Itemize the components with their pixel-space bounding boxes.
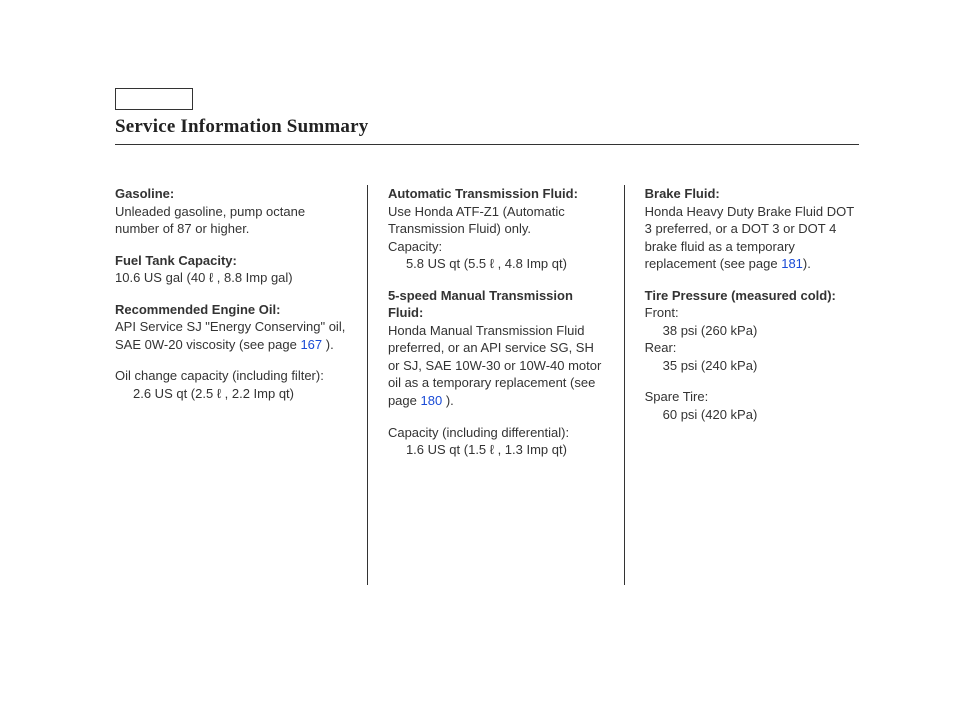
rear-a: Rear: bbox=[645, 339, 859, 357]
atf-label: Automatic Transmission Fluid: bbox=[388, 186, 578, 201]
page-link-167[interactable]: 167 bbox=[300, 337, 322, 352]
entry-brake-fluid: Brake Fluid: Honda Heavy Duty Brake Flui… bbox=[645, 185, 859, 273]
column-1: Gasoline: Unleaded gasoline, pump octane… bbox=[115, 185, 368, 585]
tire-label: Tire Pressure (measured cold): bbox=[645, 288, 836, 303]
fuel-tank-body: 10.6 US gal (40 ℓ , 8.8 Imp gal) bbox=[115, 270, 293, 285]
entry-fuel-tank: Fuel Tank Capacity: 10.6 US gal (40 ℓ , … bbox=[115, 252, 347, 287]
fuel-tank-label: Fuel Tank Capacity: bbox=[115, 253, 237, 268]
oil-change-a: Oil change capacity (including filter): bbox=[115, 367, 347, 385]
brake-body-a: Honda Heavy Duty Brake Fluid DOT 3 prefe… bbox=[645, 204, 854, 272]
mt-label: 5-speed Manual Transmission Fluid: bbox=[388, 288, 573, 321]
atf-body-c: 5.8 US qt (5.5 ℓ , 4.8 Imp qt) bbox=[388, 255, 604, 273]
entry-spare-tire: Spare Tire: 60 psi (420 kPa) bbox=[645, 388, 859, 423]
entry-atf: Automatic Transmission Fluid: Use Honda … bbox=[388, 185, 604, 273]
atf-body-b: Capacity: bbox=[388, 238, 604, 256]
columns: Gasoline: Unleaded gasoline, pump octane… bbox=[115, 185, 859, 585]
oil-change-b: 2.6 US qt (2.5 ℓ , 2.2 Imp qt) bbox=[115, 385, 347, 403]
atf-body-a: Use Honda ATF-Z1 (Automatic Transmission… bbox=[388, 203, 604, 238]
spare-b: 60 psi (420 kPa) bbox=[645, 406, 859, 424]
front-a: Front: bbox=[645, 304, 859, 322]
page-title: Service Information Summary bbox=[115, 116, 859, 145]
entry-manual-trans: 5-speed Manual Transmission Fluid: Honda… bbox=[388, 287, 604, 410]
page: Service Information Summary Gasoline: Un… bbox=[0, 0, 954, 585]
column-2: Automatic Transmission Fluid: Use Honda … bbox=[368, 185, 625, 585]
brake-body-b: ). bbox=[803, 256, 811, 271]
entry-engine-oil: Recommended Engine Oil: API Service SJ "… bbox=[115, 301, 347, 354]
engine-oil-label: Recommended Engine Oil: bbox=[115, 302, 280, 317]
column-3: Brake Fluid: Honda Heavy Duty Brake Flui… bbox=[625, 185, 859, 585]
page-link-181[interactable]: 181 bbox=[781, 256, 803, 271]
front-b: 38 psi (260 kPa) bbox=[645, 322, 859, 340]
page-link-180[interactable]: 180 bbox=[421, 393, 443, 408]
gasoline-label: Gasoline: bbox=[115, 186, 174, 201]
entry-tire-pressure: Tire Pressure (measured cold): Front: 38… bbox=[645, 287, 859, 375]
entry-gasoline: Gasoline: Unleaded gasoline, pump octane… bbox=[115, 185, 347, 238]
gasoline-body: Unleaded gasoline, pump octane number of… bbox=[115, 204, 305, 237]
entry-oil-change: Oil change capacity (including filter): … bbox=[115, 367, 347, 402]
logo-placeholder bbox=[115, 88, 193, 110]
entry-mt-capacity: Capacity (including differential): 1.6 U… bbox=[388, 424, 604, 459]
mt-cap-b: 1.6 US qt (1.5 ℓ , 1.3 Imp qt) bbox=[388, 441, 604, 459]
spare-a: Spare Tire: bbox=[645, 388, 859, 406]
mt-body-b: ). bbox=[442, 393, 454, 408]
engine-oil-body-b: ). bbox=[322, 337, 334, 352]
brake-label: Brake Fluid: bbox=[645, 186, 720, 201]
mt-cap-a: Capacity (including differential): bbox=[388, 424, 604, 442]
rear-b: 35 psi (240 kPa) bbox=[645, 357, 859, 375]
